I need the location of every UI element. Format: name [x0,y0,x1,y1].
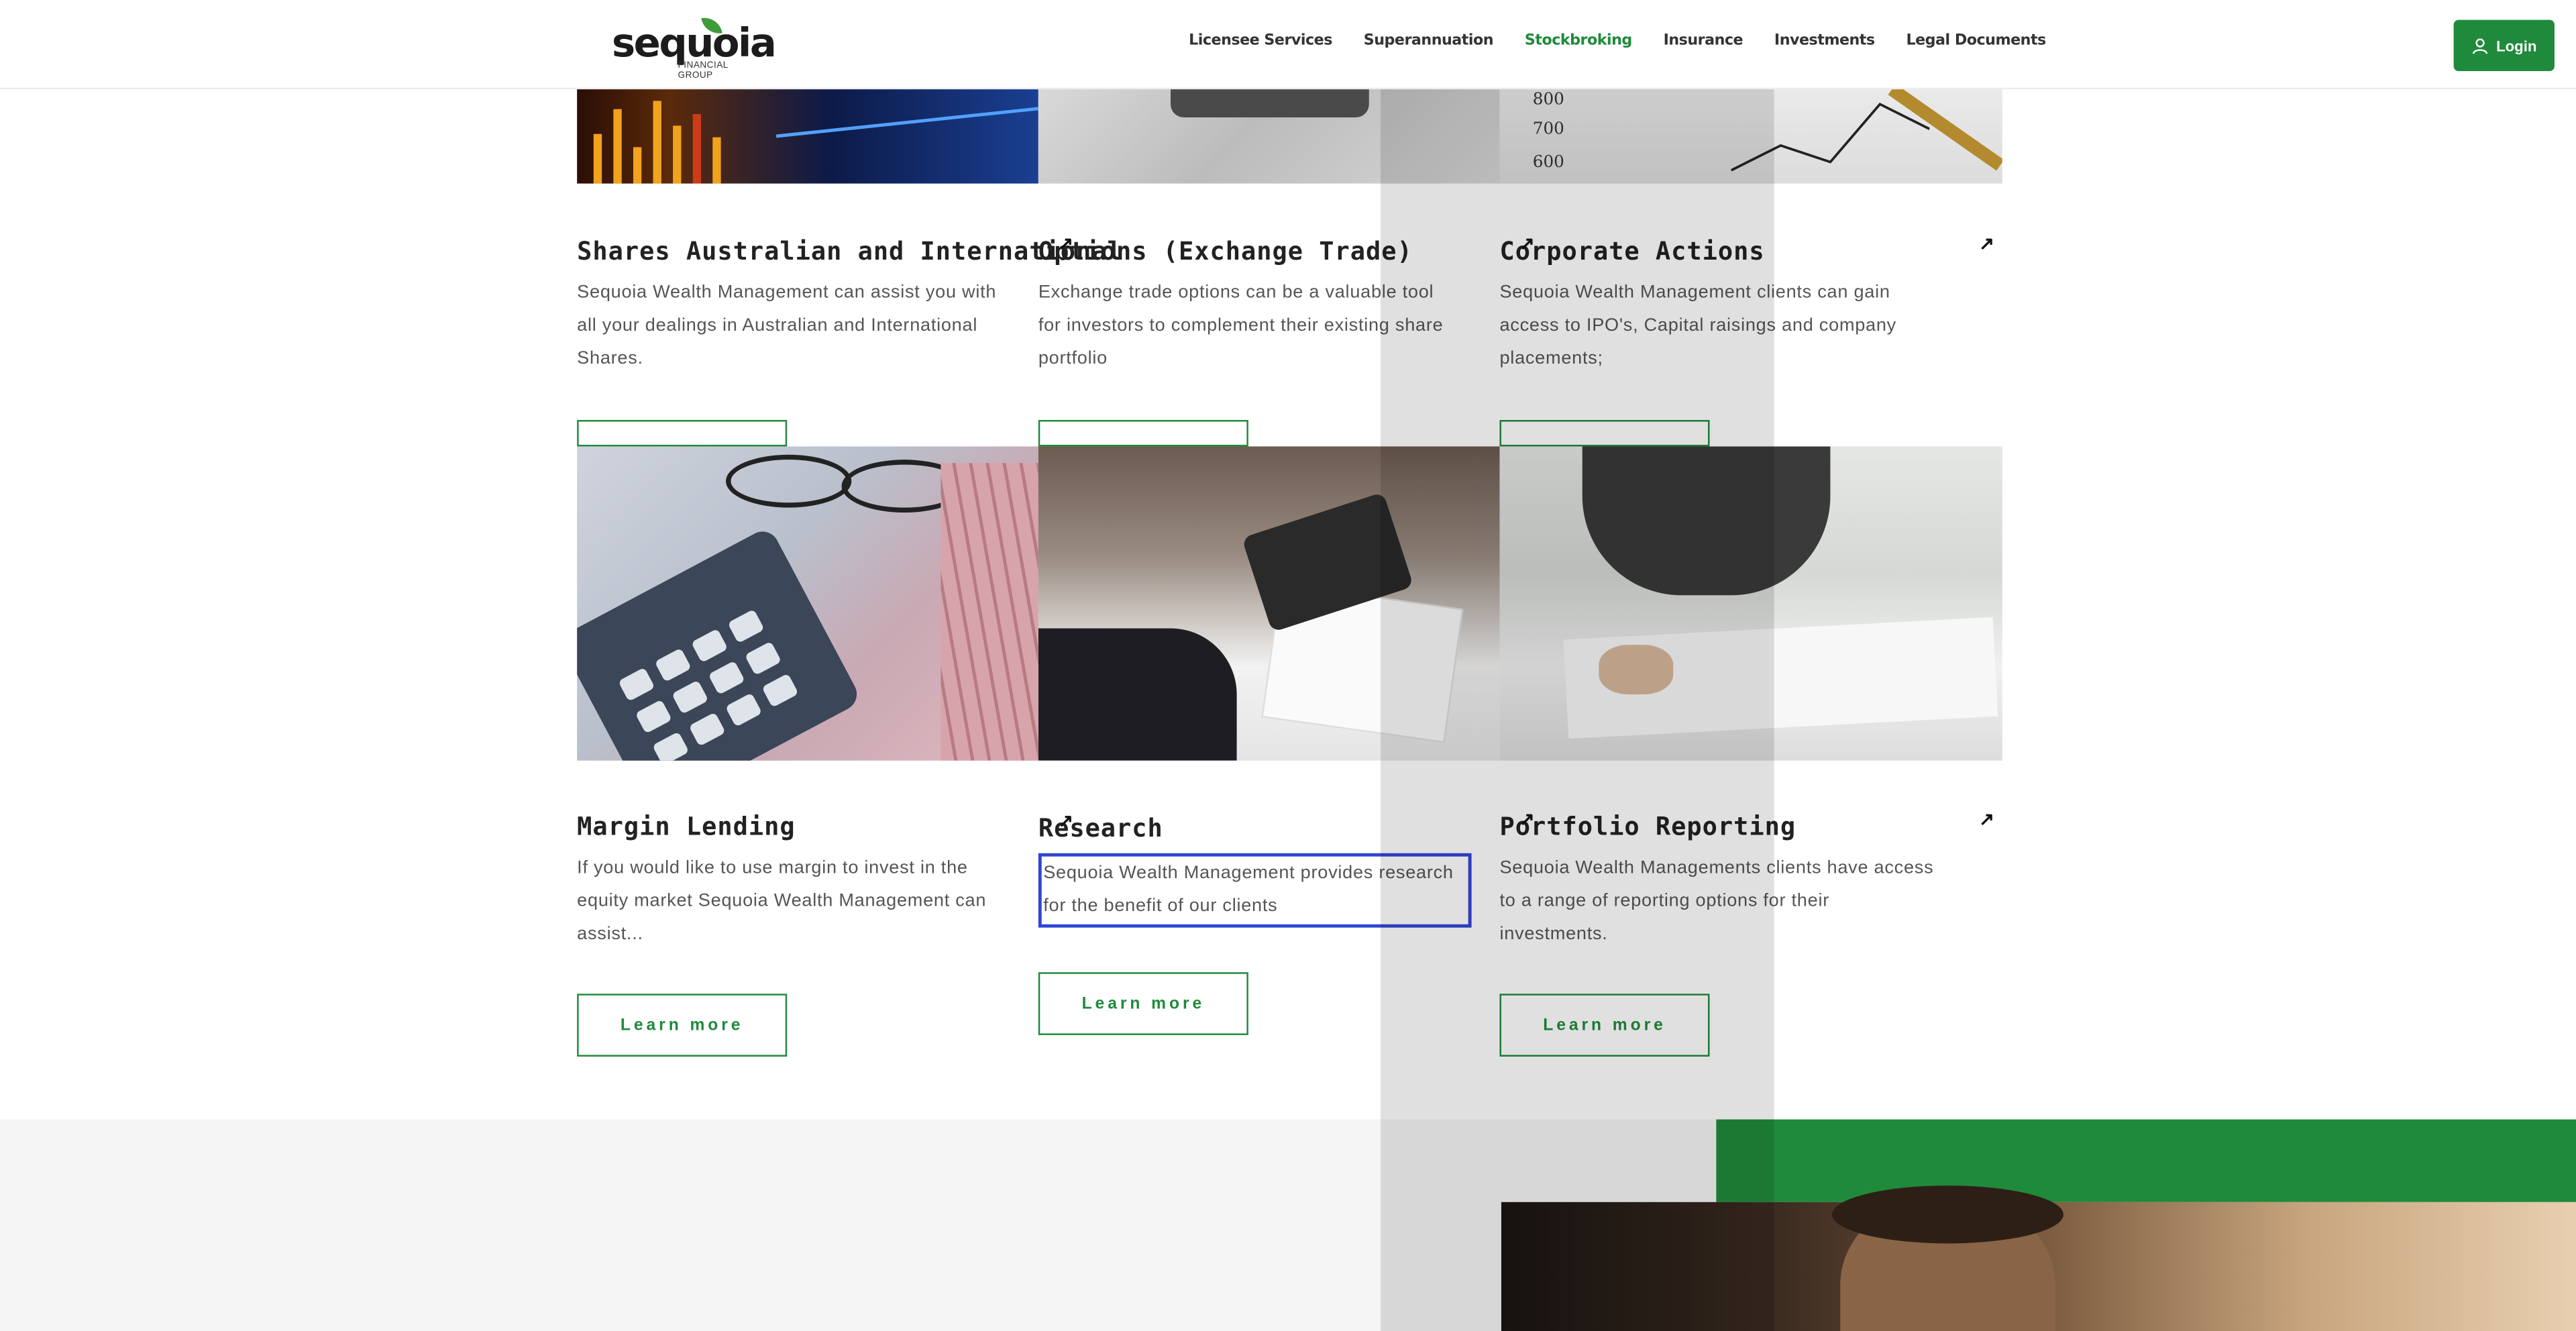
green-accent-band [1716,1119,2576,1202]
learn-more-button[interactable]: Learn more [577,994,788,1057]
learn-more-button[interactable]: Learn more [1038,972,1248,1035]
learn-more-button[interactable] [1499,420,1710,447]
external-link-icon[interactable]: ↗ [1979,808,1994,831]
focus-highlight [1038,853,1472,928]
learn-more-button[interactable]: Learn more [1499,994,1710,1057]
card-description: Exchange trade options can be a valuable… [1038,282,1444,369]
stock-chart-image [577,87,1038,184]
learn-more-button[interactable] [1038,420,1248,447]
user-icon [2472,38,2487,54]
nav-legal-documents[interactable]: Legal Documents [1906,33,2046,50]
card-title: Research [1038,813,1163,843]
logo[interactable]: sequoia FINANCIAL GROUP [612,15,777,81]
chart-paper-image: 800 700 600 [1499,87,2002,184]
signing-report-image [1499,446,2002,761]
nav-stockbroking[interactable]: Stockbroking [1525,33,1632,50]
tick-label: 700 [1532,120,1564,140]
nav-investments[interactable]: Investments [1774,33,1875,50]
tick-label: 600 [1532,154,1564,172]
login-button[interactable]: Login [2453,19,2555,71]
card-description: Sequoia Wealth Management can assist you… [577,282,997,369]
meeting-tablet-image [1038,446,1500,761]
calculator-money-image [577,446,1038,761]
page: sequoia FINANCIAL GROUP Licensee Service… [0,0,2576,1331]
logo-text: sequoia [611,19,777,66]
card-title: Options (Exchange Trade) [1038,236,1413,266]
laptop-image [1038,87,1500,184]
logo-subtitle: FINANCIAL GROUP [678,61,729,81]
main-nav: Licensee Services Superannuation Stockbr… [1189,33,2046,50]
card-description: Sequoia Wealth Managements clients have … [1499,858,1934,945]
nav-licensee-services[interactable]: Licensee Services [1189,33,1332,50]
external-link-icon[interactable]: ↗ [1979,233,1994,255]
external-link-icon[interactable]: ↗ [1519,233,1535,255]
nav-insurance[interactable]: Insurance [1664,33,1743,50]
card-description: If you would like to use margin to inves… [577,858,987,945]
nav-superannuation[interactable]: Superannuation [1364,33,1494,50]
external-link-icon[interactable]: ↗ [1058,233,1073,255]
learn-more-button[interactable] [577,420,788,447]
external-link-icon[interactable]: ↗ [1058,810,1073,832]
card-description: Sequoia Wealth Management clients can ga… [1499,282,1896,369]
tick-label: 800 [1532,91,1564,109]
external-link-icon[interactable]: ↗ [1519,808,1535,831]
card-title: Margin Lending [577,812,796,842]
card-title: Portfolio Reporting [1499,812,1796,842]
advisor-photo [1501,1185,2576,1331]
login-label: Login [2496,37,2537,54]
site-header: sequoia FINANCIAL GROUP Licensee Service… [0,0,2576,90]
card-title: Corporate Actions [1499,236,1765,266]
